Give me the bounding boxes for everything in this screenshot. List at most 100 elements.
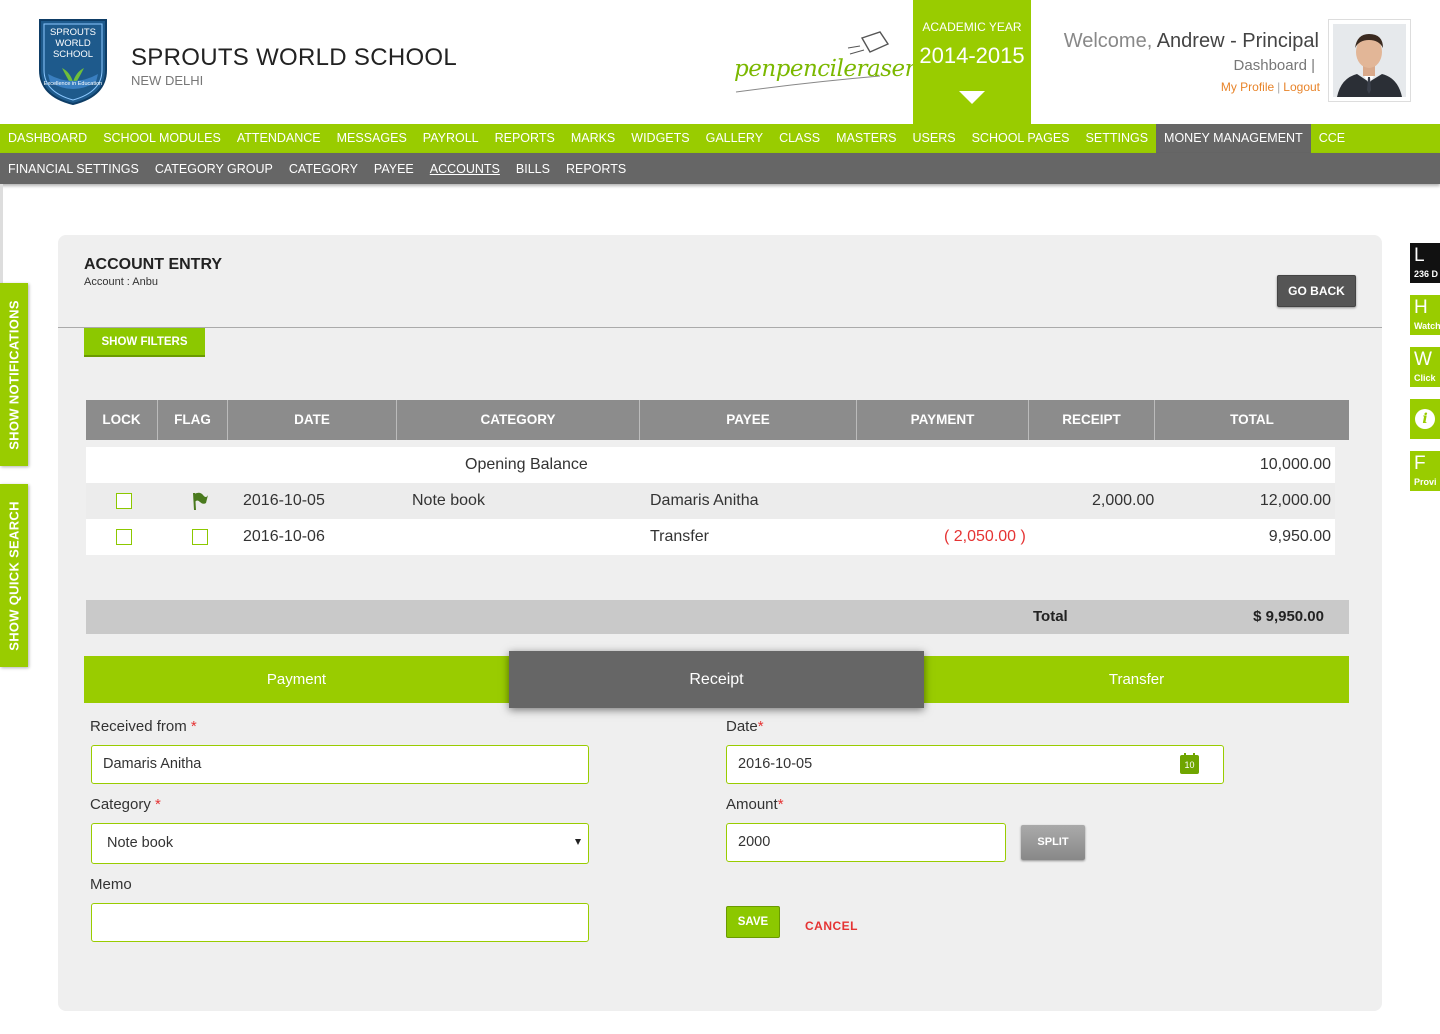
right-widget-f[interactable]: F Provi — [1410, 451, 1440, 491]
school-logo[interactable]: SPROUTS WORLD SCHOOL Excellence in Educa… — [36, 18, 110, 106]
page-title: ACCOUNT ENTRY — [84, 256, 223, 273]
received-from-label-text: Received from — [90, 718, 187, 735]
header: SPROUTS WORLD SCHOOL Excellence in Educa… — [0, 0, 1440, 124]
show-quick-search-label: SHOW QUICK SEARCH — [6, 500, 22, 651]
right-widget-info[interactable]: i — [1410, 399, 1440, 439]
row-receipt: 2,000.00 — [1092, 492, 1155, 509]
date-input[interactable]: 2016-10-05 10 — [726, 745, 1224, 784]
amount-input[interactable]: 2000 — [726, 823, 1006, 862]
logo-line-3: SCHOOL — [53, 49, 93, 60]
lock-checkbox[interactable] — [116, 529, 132, 545]
tab-payment[interactable]: Payment — [84, 656, 509, 703]
date-label: Date* — [726, 718, 764, 735]
nav-item-reports[interactable]: REPORTS — [487, 124, 563, 153]
tab-receipt[interactable]: Receipt — [509, 651, 924, 708]
nav-item-users[interactable]: USERS — [905, 124, 964, 153]
table-header: LOCK FLAG DATE CATEGORY PAYEE PAYMENT RECEIPT T… — [86, 400, 1349, 440]
column-header-total[interactable]: TOTAL — [1155, 400, 1349, 440]
lock-checkbox[interactable] — [116, 493, 132, 509]
required-mark: * — [757, 718, 764, 735]
calendar-icon[interactable]: 10 — [1180, 753, 1199, 774]
right-widget-w[interactable]: W Click — [1410, 347, 1440, 387]
left-edge-line — [0, 184, 3, 284]
column-header-receipt[interactable]: RECEIPT — [1029, 400, 1155, 440]
save-button[interactable]: SAVE — [726, 906, 780, 938]
table-row[interactable]: 2016-10-05 Note book Damaris Anitha 2,00… — [86, 483, 1335, 519]
opening-balance-row: Opening Balance 10,000.00 — [86, 447, 1335, 483]
amount-label-text: Amount — [726, 796, 778, 813]
school-name: SPROUTS WORLD SCHOOL — [131, 44, 458, 71]
flag-icon[interactable] — [191, 491, 209, 511]
nav-item-cce[interactable]: CCE — [1311, 124, 1353, 153]
nav-item-payroll[interactable]: PAYROLL — [415, 124, 487, 153]
row-category: Note book — [412, 492, 485, 509]
logo-line-2: WORLD — [55, 38, 91, 49]
logout-link[interactable]: Logout — [1283, 80, 1320, 94]
nav-item-attendance[interactable]: ATTENDANCE — [229, 124, 329, 153]
subnav-item-category[interactable]: CATEGORY — [281, 162, 366, 176]
nav-item-money-management[interactable]: MONEY MANAGEMENT — [1156, 124, 1311, 153]
nav-item-class[interactable]: CLASS — [771, 124, 828, 153]
academic-year-selector[interactable]: ACADEMIC YEAR 2014-2015 — [913, 0, 1031, 124]
go-back-button[interactable]: GO BACK — [1277, 275, 1356, 307]
nav-item-marks[interactable]: MARKS — [563, 124, 623, 153]
column-header-date[interactable]: DATE — [228, 400, 397, 440]
user-avatar[interactable] — [1328, 19, 1411, 102]
column-header-payee[interactable]: PAYEE — [640, 400, 857, 440]
subnav-item-category-group[interactable]: CATEGORY GROUP — [147, 162, 281, 176]
penpencileraser-logo[interactable]: penpencileraser — [730, 30, 916, 100]
split-button[interactable]: SPLIT — [1021, 825, 1085, 860]
nav-item-masters[interactable]: MASTERS — [828, 124, 904, 153]
widget-letter: F — [1414, 453, 1426, 474]
table-row[interactable]: 2016-10-06 Transfer ( 2,050.00 ) 9,950.0… — [86, 519, 1335, 555]
my-profile-link[interactable]: My Profile — [1221, 80, 1274, 94]
nav-item-school-pages[interactable]: SCHOOL PAGES — [964, 124, 1078, 153]
welcome-label: Welcome, — [1063, 30, 1153, 52]
cancel-button[interactable]: CANCEL — [805, 919, 858, 933]
nav-item-messages[interactable]: MESSAGES — [329, 124, 415, 153]
chevron-down-icon — [575, 839, 581, 845]
nav-item-widgets[interactable]: WIDGETS — [623, 124, 697, 153]
required-mark: * — [155, 796, 161, 813]
entry-tabs: Payment Receipt Transfer — [84, 651, 1349, 708]
column-header-lock[interactable]: LOCK — [86, 400, 158, 440]
column-header-category[interactable]: CATEGORY — [397, 400, 640, 440]
column-header-flag[interactable]: FLAG — [158, 400, 228, 440]
category-label: Category * — [90, 796, 161, 813]
column-header-payment[interactable]: PAYMENT — [857, 400, 1029, 440]
row-total: 12,000.00 — [1259, 492, 1331, 509]
caret-down-icon — [959, 91, 985, 104]
memo-input[interactable] — [91, 903, 589, 942]
category-select[interactable]: Note book — [91, 823, 589, 864]
subnav-item-accounts[interactable]: ACCOUNTS — [422, 162, 508, 176]
subnav-item-financial-settings[interactable]: FINANCIAL SETTINGS — [0, 162, 147, 176]
info-icon: i — [1415, 409, 1435, 429]
show-notifications-tab[interactable]: SHOW NOTIFICATIONS — [0, 283, 28, 466]
row-payee: Damaris Anitha — [650, 492, 759, 509]
nav-item-gallery[interactable]: GALLERY — [698, 124, 771, 153]
subnav-item-reports[interactable]: REPORTS — [558, 162, 634, 176]
nav-item-school-modules[interactable]: SCHOOL MODULES — [95, 124, 229, 153]
show-quick-search-tab[interactable]: SHOW QUICK SEARCH — [0, 484, 28, 667]
account-name: Account : Anbu — [84, 276, 158, 288]
flag-checkbox[interactable] — [192, 529, 208, 545]
widget-text: Watch — [1414, 321, 1440, 331]
widget-letter: W — [1414, 349, 1432, 370]
amount-label: Amount* — [726, 796, 784, 813]
nav-item-settings[interactable]: SETTINGS — [1078, 124, 1157, 153]
show-filters-button[interactable]: SHOW FILTERS — [84, 328, 205, 357]
dashboard-link[interactable]: Dashboard | — [1234, 57, 1315, 74]
subnav-item-bills[interactable]: BILLS — [508, 162, 558, 176]
nav-item-dashboard[interactable]: DASHBOARD — [0, 124, 95, 153]
received-from-input[interactable]: Damaris Anitha — [91, 745, 589, 784]
right-widget-h[interactable]: H Watch — [1410, 295, 1440, 335]
category-label-text: Category — [90, 796, 151, 813]
opening-balance-total: 10,000.00 — [1259, 456, 1331, 473]
right-widget-l[interactable]: L 236 D — [1410, 243, 1440, 283]
tab-transfer[interactable]: Transfer — [924, 656, 1349, 703]
show-notifications-label: SHOW NOTIFICATIONS — [6, 299, 22, 450]
subnav-item-payee[interactable]: PAYEE — [366, 162, 422, 176]
row-payment: ( 2,050.00 ) — [944, 528, 1026, 545]
brand-logo-text: penpencileraser — [734, 56, 916, 82]
opening-balance-label: Opening Balance — [465, 456, 588, 473]
